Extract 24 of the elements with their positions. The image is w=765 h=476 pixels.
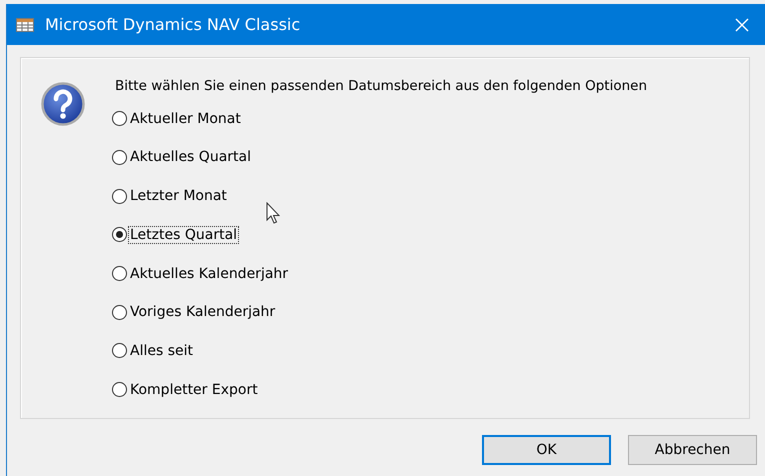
- ok-button[interactable]: OK: [482, 435, 611, 465]
- window-title: Microsoft Dynamics NAV Classic: [45, 15, 302, 34]
- close-icon: [735, 18, 749, 32]
- radio-option[interactable]: Aktuelles Kalenderjahr: [112, 254, 290, 293]
- radio-option[interactable]: Voriges Kalenderjahr: [112, 292, 278, 332]
- question-icon: [41, 82, 85, 126]
- radio-button[interactable]: [112, 111, 127, 126]
- radio-option[interactable]: Letztes Quartal: [112, 215, 240, 254]
- radio-option[interactable]: Aktuelles Quartal: [112, 138, 253, 177]
- prompt-text: Bitte wählen Sie einen passenden Datumsbereich aus den folgenden Optionen: [115, 78, 648, 96]
- radio-button[interactable]: [112, 266, 127, 282]
- table-icon: [16, 18, 34, 32]
- mouse-pointer-icon: [266, 202, 280, 224]
- radio-button[interactable]: [112, 150, 127, 165]
- radio-option[interactable]: Aktueller Monat: [112, 99, 243, 138]
- cancel-button[interactable]: Abbrechen: [628, 435, 757, 465]
- radio-button[interactable]: [112, 304, 127, 320]
- radio-button[interactable]: [112, 188, 127, 204]
- radio-option[interactable]: Alles seit: [112, 332, 195, 370]
- radio-button[interactable]: [112, 343, 127, 358]
- radio-button[interactable]: [112, 227, 127, 242]
- radio-option[interactable]: Letzter Monat: [112, 176, 229, 216]
- radio-option[interactable]: Kompletter Export: [112, 370, 260, 410]
- radio-button[interactable]: [112, 382, 127, 398]
